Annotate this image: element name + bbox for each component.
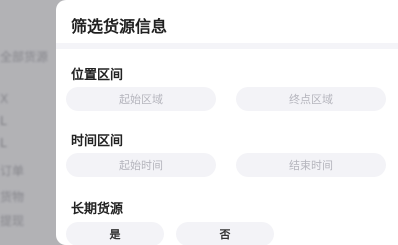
filter-panel: 筛选货源信息 位置区间 起始区域 终点区域 时间区间 起始时间 结束时间 长期货… xyxy=(56,0,398,245)
time-section-label: 时间区间 xyxy=(71,134,124,149)
long-term-section-label: 长期货源 xyxy=(71,202,124,217)
start-area-field[interactable]: 起始区域 xyxy=(66,87,216,111)
panel-title: 筛选货源信息 xyxy=(71,17,168,36)
long-term-yes-option[interactable]: 是 xyxy=(66,222,164,245)
title-divider xyxy=(56,43,398,49)
end-area-field[interactable]: 终点区域 xyxy=(236,87,386,111)
end-time-field[interactable]: 结束时间 xyxy=(236,153,386,177)
long-term-no-option[interactable]: 否 xyxy=(176,222,274,245)
location-section-label: 位置区间 xyxy=(71,68,124,83)
start-time-field[interactable]: 起始时间 xyxy=(66,153,216,177)
